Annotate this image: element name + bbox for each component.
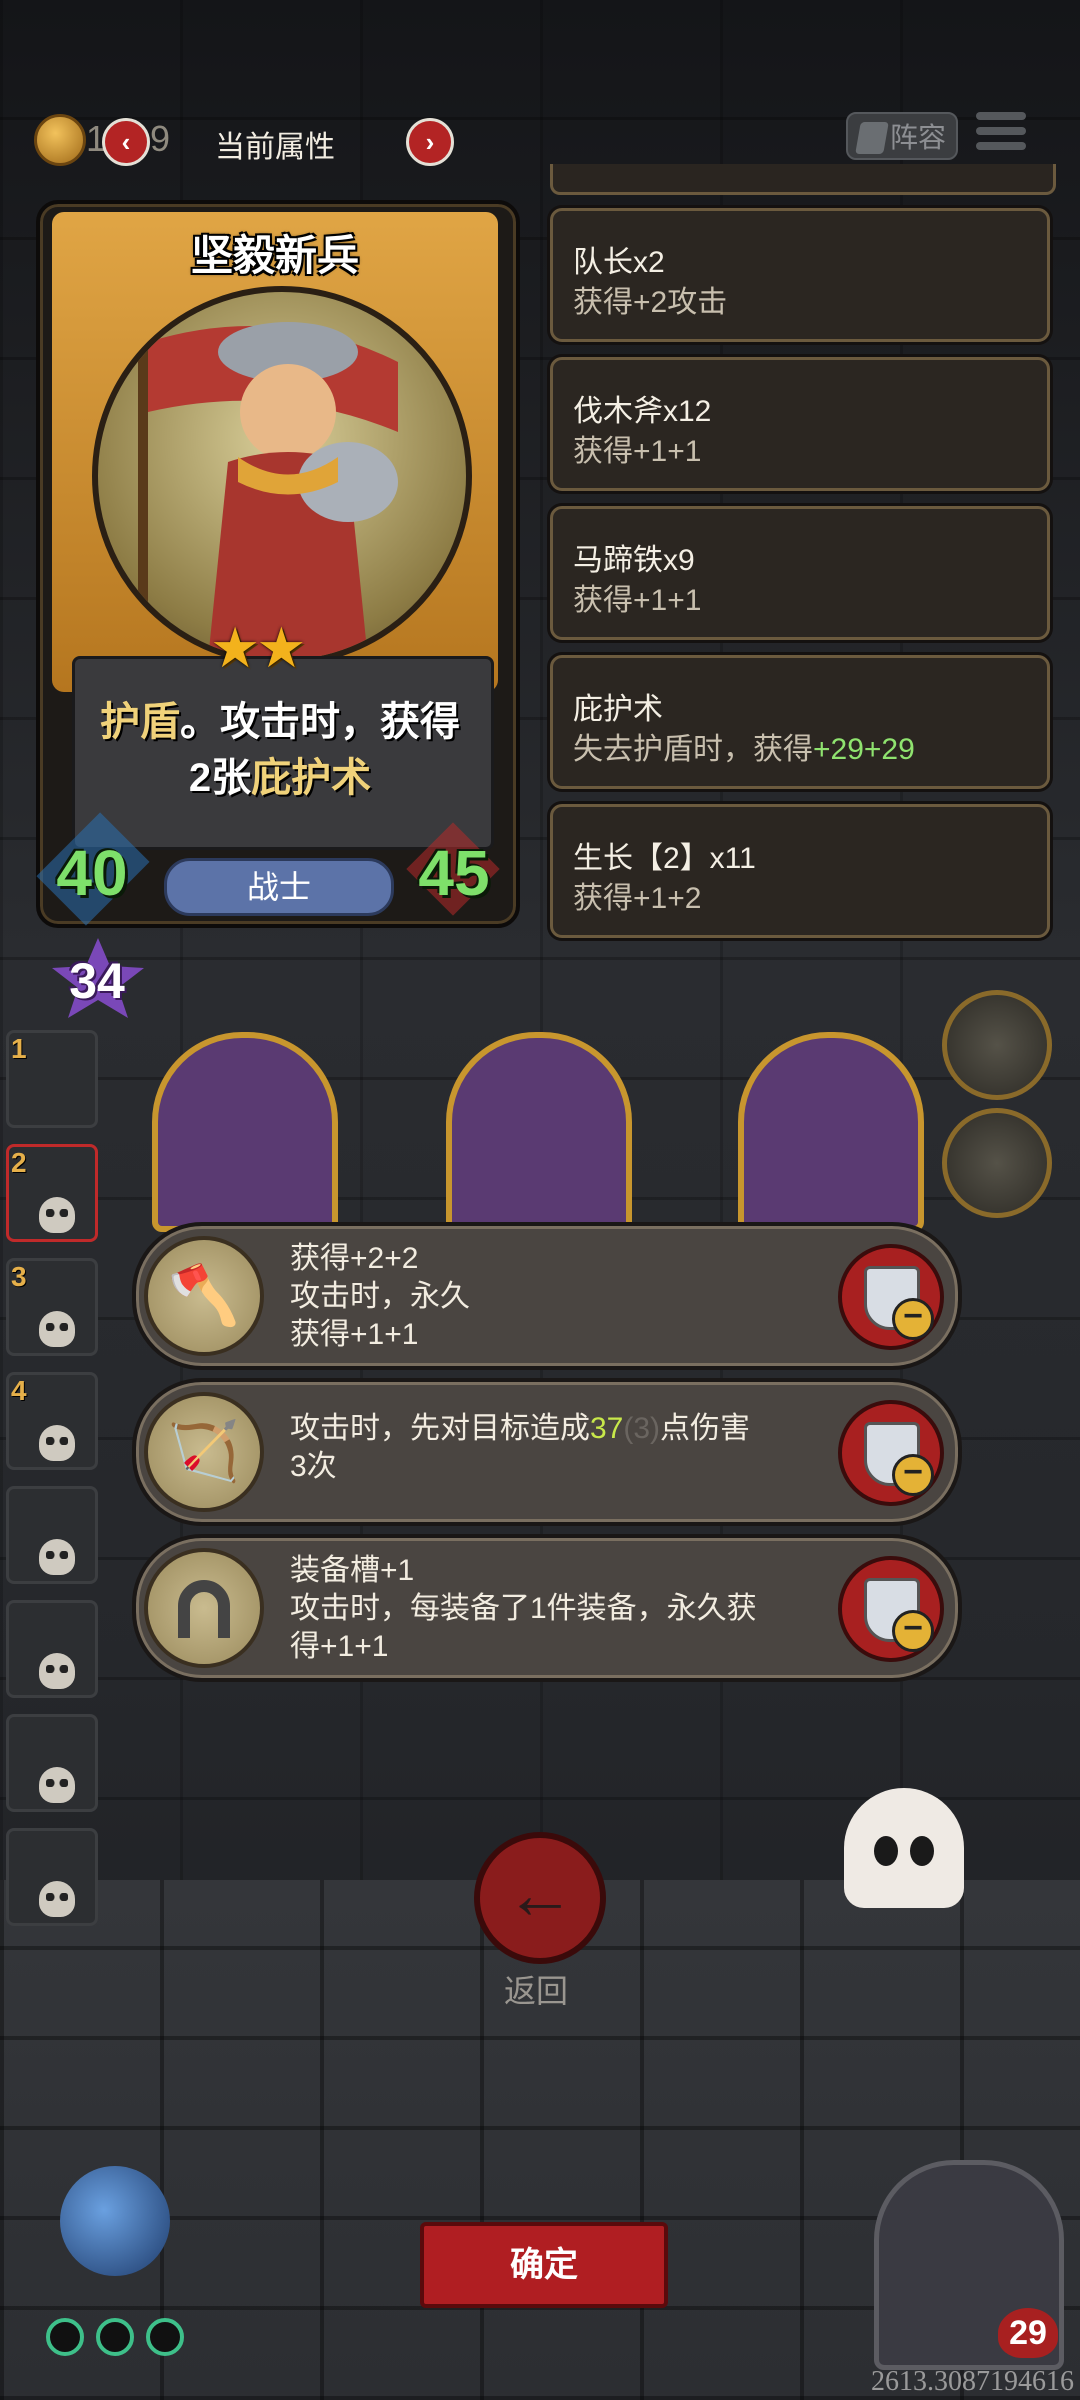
- skull-icon: [39, 1425, 75, 1461]
- side-slot[interactable]: [6, 1714, 98, 1812]
- team-card-recruit[interactable]: [152, 1032, 338, 1232]
- level-badge-value: 34: [69, 953, 125, 1009]
- side-slot[interactable]: [6, 1486, 98, 1584]
- attribute-item: 伐木斧x12 获得+1+1: [550, 357, 1050, 491]
- energy-orbs: [46, 2318, 196, 2358]
- back-button[interactable]: ←: [474, 1832, 606, 1964]
- attribute-item: 庇护术 失去护盾时，获得+29+29: [550, 655, 1050, 789]
- hero-description: 护盾。攻击时，获得 2张庇护术: [100, 700, 460, 800]
- side-slot[interactable]: [6, 1600, 98, 1698]
- hero-attack: 40: [56, 837, 128, 909]
- skull-icon: [39, 1539, 75, 1575]
- hero-portrait: [92, 286, 472, 666]
- pet-slot[interactable]: [942, 990, 1052, 1100]
- unequip-button[interactable]: −: [838, 1244, 944, 1350]
- menu-button[interactable]: [976, 112, 1026, 158]
- chevron-right-icon: ›: [425, 127, 435, 157]
- attribute-item: 马蹄铁x9 获得+1+1: [550, 506, 1050, 640]
- hero-health: 45: [418, 837, 490, 909]
- menu-icon: [976, 112, 1026, 120]
- confirm-button[interactable]: 确定: [420, 2222, 668, 2308]
- next-page-button[interactable]: ›: [406, 118, 454, 166]
- equipment-item-axe: 🪓 获得+2+2 攻击时，永久 获得+1+1 −: [132, 1222, 962, 1370]
- minus-icon: −: [892, 1610, 934, 1652]
- hero-stars: ★★: [210, 616, 306, 679]
- skull-icon: [39, 1767, 75, 1803]
- hero-class: 战士: [164, 858, 394, 916]
- equipment-item-crossbow: 🏹 攻击时，先对目标造成37(3)点伤害 3次 −: [132, 1378, 962, 1526]
- axe-icon: 🪓: [144, 1236, 264, 1356]
- ghost-mascot-icon: [844, 1788, 964, 1908]
- attribute-list-top-edge: [550, 164, 1056, 195]
- debug-coordinates: 2613.3087194616: [871, 2366, 1074, 2397]
- equipment-item-horseshoe: 装备槽+1 攻击时，每装备了1件装备，永久获 得+1+1 −: [132, 1534, 962, 1682]
- crystal-ball-icon[interactable]: [60, 2166, 170, 2276]
- side-slot[interactable]: 1: [6, 1030, 98, 1128]
- pet-slot[interactable]: [942, 1108, 1052, 1218]
- side-slot[interactable]: 4: [6, 1372, 98, 1470]
- side-slot[interactable]: 2: [6, 1144, 98, 1242]
- side-slot[interactable]: [6, 1828, 98, 1926]
- horseshoe-icon: [144, 1548, 264, 1668]
- skull-icon: [39, 1653, 75, 1689]
- coin-icon: [34, 114, 86, 166]
- minus-icon: −: [892, 1454, 934, 1496]
- unequip-button[interactable]: −: [838, 1556, 944, 1662]
- unequip-button[interactable]: −: [838, 1400, 944, 1506]
- side-slot[interactable]: 3: [6, 1258, 98, 1356]
- page-title: 当前属性: [215, 131, 335, 164]
- team-card-monk[interactable]: [738, 1032, 924, 1232]
- crossbow-icon: 🏹: [144, 1392, 264, 1512]
- prev-page-button[interactable]: ‹: [102, 118, 150, 166]
- lives-heart-badge: 29: [998, 2308, 1058, 2358]
- card-icon: [855, 122, 889, 154]
- skull-icon: [39, 1311, 75, 1347]
- skull-icon: [39, 1881, 75, 1917]
- lineup-label: 阵容: [889, 122, 946, 153]
- arrow-left-icon: ←: [505, 1855, 575, 1933]
- minus-icon: −: [892, 1298, 934, 1340]
- attribute-item: 队长x2 获得+2攻击: [550, 208, 1050, 342]
- team-card-chef[interactable]: [446, 1032, 632, 1232]
- skull-icon: [39, 1197, 75, 1233]
- chevron-left-icon: ‹: [121, 127, 131, 157]
- attribute-item: 生长【2】x11 获得+1+2: [550, 804, 1050, 938]
- back-label: 返回: [503, 1973, 568, 2009]
- lineup-button[interactable]: 阵容: [846, 112, 958, 160]
- hero-name: 坚毅新兵: [190, 232, 359, 279]
